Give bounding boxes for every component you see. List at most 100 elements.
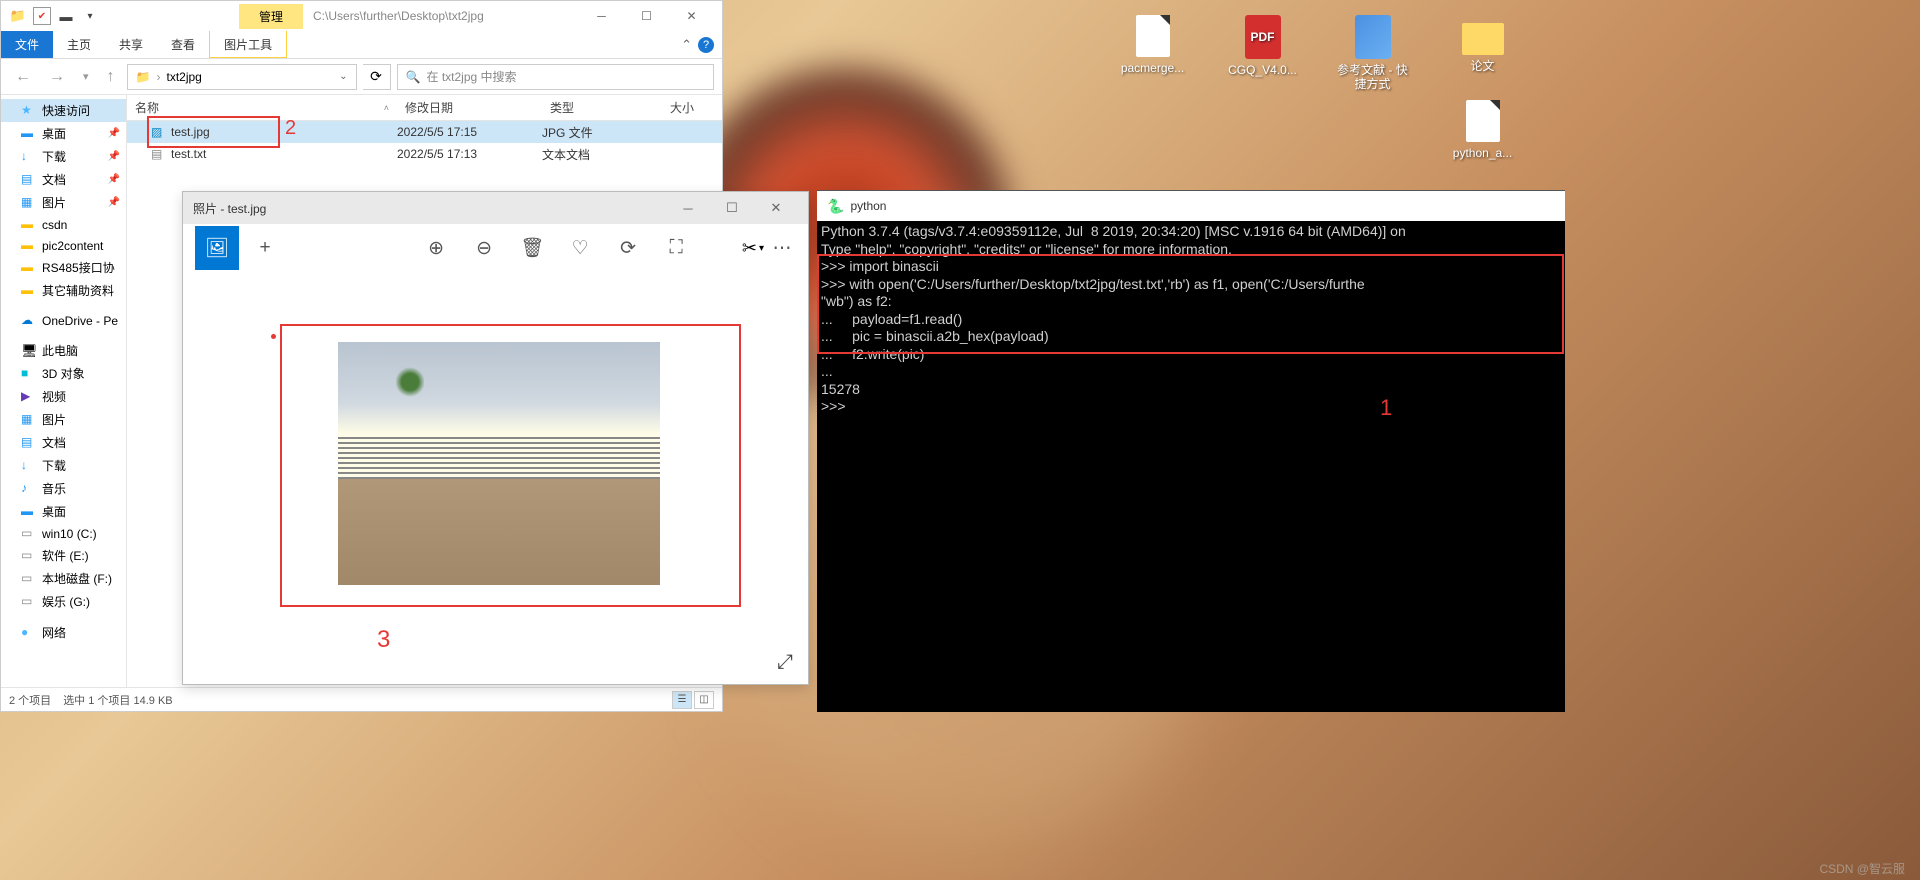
doc-icon — [1355, 15, 1391, 59]
delete-icon[interactable]: 🗑 — [510, 226, 554, 270]
help-icon[interactable]: ? — [698, 37, 714, 53]
more-icon[interactable]: ⋯ — [768, 226, 796, 270]
quick-access-toolbar: 📁 ✔ ▬ ▾ — [9, 7, 99, 25]
sidebar-icon — [21, 435, 36, 450]
col-name[interactable]: 名称˄ — [127, 99, 397, 116]
sidebar-item[interactable]: win10 (C:) — [1, 523, 126, 544]
sidebar-item[interactable]: OneDrive - Pe — [1, 310, 126, 331]
ribbon-collapse-icon[interactable]: ⌃ — [681, 37, 692, 53]
refresh-button[interactable]: ⟳ — [363, 64, 391, 90]
search-input[interactable]: 🔍在 txt2jpg 中搜索 — [397, 64, 714, 90]
zoom-out-icon[interactable]: ⊖ — [462, 226, 506, 270]
ribbon-share[interactable]: 共享 — [105, 31, 157, 58]
sidebar-item[interactable]: 下载📌 — [1, 145, 126, 168]
sidebar-icon — [21, 481, 36, 496]
ribbon: 文件 主页 共享 查看 图片工具 ⌃? — [1, 31, 722, 59]
ribbon-pictools[interactable]: 图片工具 — [209, 31, 287, 58]
sidebar-item[interactable]: 桌面📌 — [1, 122, 126, 145]
address-bar[interactable]: 📁›txt2jpg⌄ — [127, 64, 357, 90]
close-button[interactable]: ✕ — [669, 2, 714, 30]
maximize-button[interactable]: ☐ — [710, 193, 754, 223]
back-button[interactable]: ← — [9, 66, 37, 88]
dash-icon[interactable]: ▬ — [57, 7, 75, 25]
ribbon-view[interactable]: 查看 — [157, 31, 209, 58]
desktop-icon-refs[interactable]: 参考文献 - 快捷方式 — [1335, 15, 1410, 92]
sidebar-item[interactable]: 此电脑 — [1, 339, 126, 362]
chevron-down-icon[interactable]: ⌄ — [339, 71, 347, 82]
sidebar-item[interactable]: 网络 — [1, 621, 126, 644]
col-type[interactable]: 类型 — [542, 99, 662, 116]
collection-icon[interactable]: 🖼 — [195, 226, 239, 270]
zoom-in-icon[interactable]: ⊕ — [414, 226, 458, 270]
col-size[interactable]: 大小 — [662, 99, 722, 116]
desktop-icon-pacmerge[interactable]: pacmerge... — [1115, 15, 1190, 92]
photos-titlebar[interactable]: 照片 - test.jpg ─ ☐ ✕ — [183, 192, 808, 224]
python-terminal-window[interactable]: python Python 3.7.4 (tags/v3.7.4:e093591… — [817, 190, 1565, 712]
minimize-button[interactable]: ─ — [579, 2, 624, 30]
column-headers[interactable]: 名称˄ 修改日期 类型 大小 — [127, 95, 722, 121]
close-button[interactable]: ✕ — [754, 193, 798, 223]
maximize-button[interactable]: ☐ — [624, 2, 669, 30]
sidebar-item[interactable]: 3D 对象 — [1, 362, 126, 385]
annotation-label-3: 3 — [377, 626, 390, 654]
sidebar-icon — [21, 103, 36, 118]
terminal-titlebar[interactable]: python — [817, 191, 1565, 221]
view-details-icon[interactable]: ☰ — [672, 691, 692, 709]
manage-tab[interactable]: 管理 — [239, 4, 303, 29]
file-row[interactable]: test.txt2022/5/5 17:13文本文档 — [127, 143, 722, 165]
file-icon — [151, 147, 165, 161]
sidebar-item[interactable]: 其它辅助资料 — [1, 279, 126, 302]
ribbon-home[interactable]: 主页 — [53, 31, 105, 58]
desktop-icon-cgq[interactable]: PDFCGQ_V4.0... — [1225, 15, 1300, 92]
sidebar-item[interactable]: 图片📌 — [1, 191, 126, 214]
forward-button[interactable]: → — [43, 66, 71, 88]
explorer-titlebar[interactable]: 📁 ✔ ▬ ▾ 管理 C:\Users\further\Desktop\txt2… — [1, 1, 722, 31]
sidebar-item[interactable]: 音乐 — [1, 477, 126, 500]
folder-icon: 📁 — [9, 7, 27, 25]
terminal-output[interactable]: Python 3.7.4 (tags/v3.7.4:e09359112e, Ju… — [817, 221, 1565, 418]
folder-icon: 📁 — [136, 70, 151, 84]
sidebar-item[interactable]: 文档📌 — [1, 168, 126, 191]
sidebar-item[interactable]: csdn — [1, 214, 126, 235]
sidebar-item[interactable]: pic2content — [1, 235, 126, 256]
sidebar-item[interactable]: 娱乐 (G:) — [1, 590, 126, 613]
edit-icon[interactable]: ✂▾ — [742, 238, 764, 259]
sidebar-icon — [21, 343, 36, 358]
sidebar[interactable]: 快速访问桌面📌下载📌文档📌图片📌csdnpic2contentRS485接口协其… — [1, 95, 127, 687]
qat-dropdown-icon[interactable]: ▾ — [81, 7, 99, 25]
history-dropdown-icon[interactable]: ▾ — [77, 68, 95, 85]
desktop-icon-thesis[interactable]: 论文 — [1445, 15, 1520, 92]
rotate-icon[interactable]: ⟳ — [606, 226, 650, 270]
favorite-icon[interactable]: ♡ — [558, 226, 602, 270]
folder-icon — [1462, 23, 1504, 55]
expand-icon[interactable]: ⤢ — [777, 651, 793, 674]
minimize-button[interactable]: ─ — [666, 193, 710, 223]
checkbox-icon[interactable]: ✔ — [33, 7, 51, 25]
sidebar-icon — [21, 458, 36, 473]
pdf-icon: PDF — [1245, 15, 1281, 59]
sidebar-item[interactable]: 桌面 — [1, 500, 126, 523]
sidebar-icon — [21, 412, 36, 427]
crop-icon[interactable]: ⛶ — [654, 226, 698, 270]
photos-window[interactable]: 照片 - test.jpg ─ ☐ ✕ 🖼 + ⊕ ⊖ 🗑 ♡ ⟳ ⛶ ✂▾ ⋯… — [182, 191, 809, 685]
file-row[interactable]: test.jpg2022/5/5 17:15JPG 文件 — [127, 121, 722, 143]
sidebar-item[interactable]: 软件 (E:) — [1, 544, 126, 567]
desktop-icon-python[interactable]: python_a... — [1445, 100, 1520, 160]
up-button[interactable]: ↑ — [101, 66, 121, 88]
sidebar-item[interactable]: 快速访问 — [1, 99, 126, 122]
file-icon — [1136, 15, 1170, 57]
sidebar-icon — [21, 149, 36, 164]
col-date[interactable]: 修改日期 — [397, 99, 542, 116]
sidebar-item[interactable]: 本地磁盘 (F:) — [1, 567, 126, 590]
sidebar-item[interactable]: 文档 — [1, 431, 126, 454]
photos-canvas[interactable]: 3 ⤢ — [183, 272, 808, 684]
desktop-icons-row: pacmerge... PDFCGQ_V4.0... 参考文献 - 快捷方式 论… — [1115, 15, 1520, 92]
sidebar-item[interactable]: 图片 — [1, 408, 126, 431]
add-button[interactable]: + — [243, 226, 287, 270]
ribbon-file[interactable]: 文件 — [1, 31, 53, 58]
sidebar-item[interactable]: 下载 — [1, 454, 126, 477]
sidebar-item[interactable]: RS485接口协 — [1, 256, 126, 279]
sidebar-icon — [21, 126, 36, 141]
sidebar-item[interactable]: 视频 — [1, 385, 126, 408]
view-large-icon[interactable]: ◫ — [694, 691, 714, 709]
